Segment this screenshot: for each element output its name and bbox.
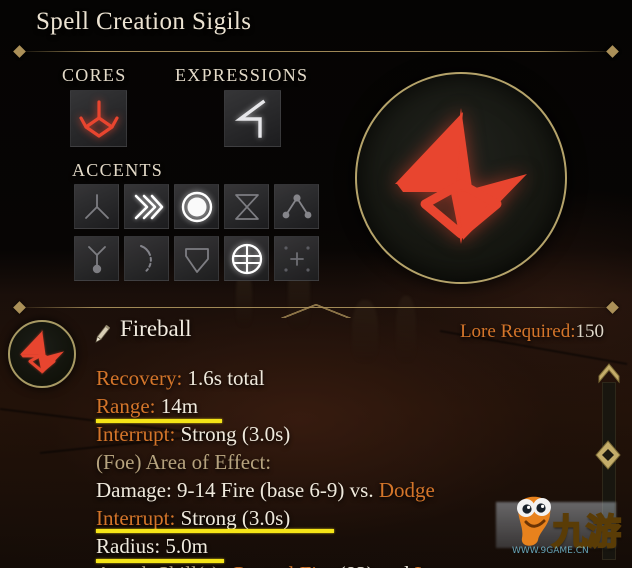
spell-header-row: Fireball Lore Required:150 bbox=[0, 312, 632, 388]
sigil-tile-accent-lollipop-stem[interactable] bbox=[74, 236, 119, 281]
stat-key: Interrupt: bbox=[96, 506, 176, 530]
accents-label: ACCENTS bbox=[72, 160, 164, 180]
stat-key: Recovery: bbox=[96, 366, 183, 390]
sigil-tile-core-diamond-spike[interactable] bbox=[70, 90, 127, 147]
stat-skill-rating: (83) and bbox=[333, 562, 414, 568]
accent-crossed-circle-sigil-icon bbox=[230, 242, 264, 276]
accent-y-fork-sigil-icon bbox=[81, 191, 113, 223]
cores-label: CORES bbox=[62, 65, 127, 85]
stat-value: 1.6s total bbox=[182, 366, 265, 390]
spell-sigil-badge[interactable] bbox=[8, 320, 76, 388]
sigil-tile-accent-triple-chevron[interactable] bbox=[124, 184, 169, 229]
sigil-tile-accent-triangle-nodes[interactable] bbox=[274, 184, 319, 229]
sigil-preview-medallion[interactable] bbox=[355, 72, 567, 284]
accent-pentagon-shield-sigil-icon bbox=[181, 243, 213, 275]
stat-line-interrupt: Interrupt: Strong (3.0s) bbox=[96, 420, 566, 448]
stat-value: 14m bbox=[155, 394, 199, 418]
sigil-tile-accent-dashed-arc[interactable] bbox=[124, 236, 169, 281]
accent-plus-dots-sigil-icon bbox=[281, 243, 313, 275]
spell-sigil-badge-icon bbox=[14, 324, 70, 385]
accent-dashed-arc-sigil-icon bbox=[131, 243, 163, 275]
stat-key: (Foe) Area of Effect: bbox=[96, 450, 272, 474]
stat-skill-secondary: Lore bbox=[414, 562, 454, 568]
chevron-up-icon[interactable] bbox=[596, 360, 622, 384]
accent-hourglass-x-sigil-icon bbox=[231, 191, 263, 223]
lore-required-label: Lore Required: bbox=[459, 321, 576, 342]
stat-value: 9-14 Fire (base 6-9) vs. bbox=[171, 478, 379, 502]
stat-key: Range: bbox=[96, 394, 156, 418]
accent-filled-circle-ring-sigil-icon bbox=[180, 190, 214, 224]
stat-line-area-of-effect: (Foe) Area of Effect: bbox=[96, 448, 566, 476]
composed-spell-sigil-icon bbox=[377, 92, 545, 265]
page-title: Spell Creation Sigils bbox=[36, 8, 252, 35]
stat-value: Strong (3.0s) bbox=[175, 506, 291, 530]
accent-lollipop-stem-sigil-icon bbox=[81, 243, 113, 275]
sigil-tile-accent-plus-dots[interactable] bbox=[274, 236, 319, 281]
divider-diamond-right bbox=[606, 44, 619, 58]
stat-line-range: Range: 14m bbox=[96, 392, 566, 423]
lore-required-value: 150 bbox=[575, 321, 605, 342]
stat-key: Radius: bbox=[96, 534, 161, 558]
core-diamond-spike-sigil-icon bbox=[77, 97, 121, 141]
pencil-icon[interactable] bbox=[90, 322, 114, 351]
scrollbar-thumb[interactable] bbox=[595, 440, 621, 470]
stat-key: Attack Skill(s): bbox=[96, 562, 225, 568]
expressions-label: EXPRESSIONS bbox=[175, 65, 309, 85]
stat-defense-type: Dodge bbox=[378, 478, 435, 502]
header-divider bbox=[13, 44, 619, 58]
divider-line bbox=[25, 50, 607, 52]
accent-triple-chevron-sigil-icon bbox=[131, 191, 163, 223]
divider-diamond-left bbox=[13, 44, 26, 58]
spell-creation-screen: Spell Creation Sigils CORES EXPRESSIONS … bbox=[0, 0, 632, 568]
spell-name[interactable]: Fireball bbox=[120, 316, 192, 342]
stat-skill-primary: Control Fire bbox=[230, 562, 333, 568]
sigil-tile-accent-filled-circle-ring[interactable] bbox=[174, 184, 219, 229]
stat-value: 5.0m bbox=[160, 534, 209, 558]
stat-line-recovery: Recovery: 1.6s total bbox=[96, 364, 566, 392]
watermark-subtext: WWW.9GAME.CN bbox=[512, 546, 589, 556]
lore-required: Lore Required:150 bbox=[460, 321, 604, 343]
stat-key: Damage: bbox=[96, 478, 172, 502]
accent-triangle-nodes-sigil-icon bbox=[281, 191, 313, 223]
sigil-tile-expression-angular-four[interactable] bbox=[224, 90, 281, 147]
sigil-tile-accent-crossed-circle[interactable] bbox=[224, 236, 269, 281]
site-watermark: 九游 WWW.9GAME.CN bbox=[496, 484, 632, 562]
sigil-tile-accent-y-fork[interactable] bbox=[74, 184, 119, 229]
sigil-tile-accent-pentagon-shield[interactable] bbox=[174, 236, 219, 281]
sigil-tile-accent-hourglass-x[interactable] bbox=[224, 184, 269, 229]
stat-key: Interrupt: bbox=[96, 422, 176, 446]
stat-value: Strong (3.0s) bbox=[175, 422, 291, 446]
expression-angular-four-sigil-icon bbox=[232, 97, 274, 141]
